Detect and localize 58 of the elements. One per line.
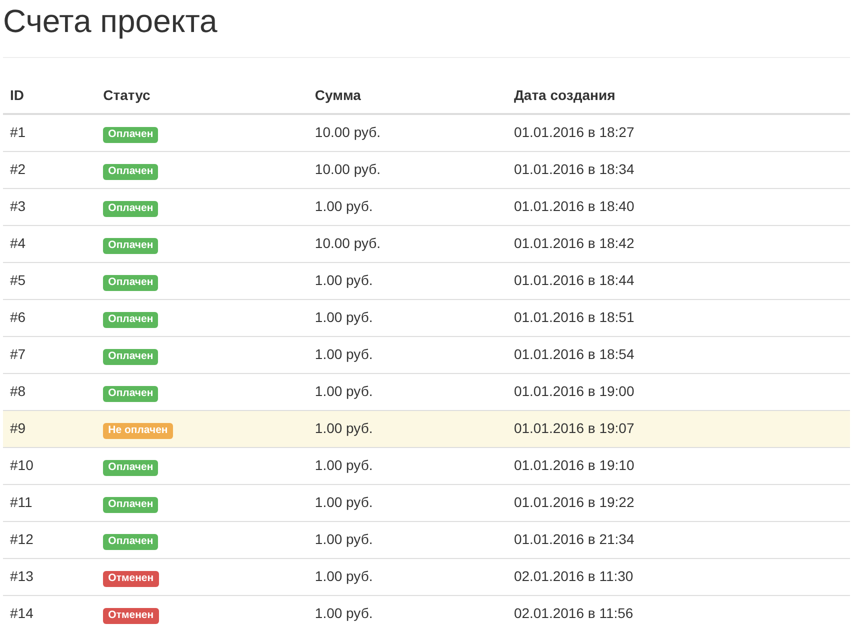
amount-cell: 1.00 руб.: [308, 262, 507, 299]
status-label: Оплачен: [103, 127, 158, 143]
status-label: Оплачен: [103, 460, 158, 476]
status-label: Не оплачен: [103, 423, 173, 438]
status-label: Отменен: [103, 571, 159, 586]
date-cell: 01.01.2016 в 19:07: [506, 410, 850, 447]
status-label: Оплачен: [103, 349, 158, 364]
amount-cell: 1.00 руб.: [308, 558, 507, 595]
id-cell: #4: [3, 225, 96, 262]
page-title: Счета проекта: [3, 2, 218, 41]
id-cell: #5: [3, 262, 96, 299]
id-cell: #1: [3, 114, 96, 151]
id-cell: #10: [3, 447, 96, 484]
status-label: Оплачен: [103, 238, 158, 254]
date-cell: 01.01.2016 в 18:51: [506, 299, 850, 336]
status-label: Оплачен: [103, 164, 158, 180]
status-label: Оплачен: [103, 534, 158, 550]
status-label: Оплачен: [103, 312, 158, 328]
amount-cell: 1.00 руб.: [308, 595, 507, 632]
date-cell: 02.01.2016 в 11:30: [506, 558, 850, 595]
id-cell: #14: [3, 595, 96, 632]
column-header: Дата создания: [506, 78, 850, 114]
amount-cell: 1.00 руб.: [308, 336, 507, 373]
date-cell: 02.01.2016 в 11:56: [506, 595, 850, 632]
id-cell: #6: [3, 299, 96, 336]
column-header: ID: [3, 78, 96, 114]
id-cell: #9: [3, 410, 96, 447]
amount-cell: 10.00 руб.: [308, 114, 507, 151]
status-label: Отменен: [103, 608, 159, 624]
id-cell: #7: [3, 336, 96, 373]
amount-cell: 1.00 руб.: [308, 521, 507, 558]
id-cell: #3: [3, 188, 96, 225]
status-label: Оплачен: [103, 201, 158, 216]
amount-cell: 1.00 руб.: [308, 410, 507, 447]
date-cell: 01.01.2016 в 18:44: [506, 262, 850, 299]
id-cell: #12: [3, 521, 96, 558]
amount-cell: 10.00 руб.: [308, 225, 507, 262]
date-cell: 01.01.2016 в 18:34: [506, 151, 850, 188]
column-header: Сумма: [308, 78, 507, 114]
status-label: Оплачен: [103, 386, 158, 402]
id-cell: #11: [3, 484, 96, 521]
amount-cell: 1.00 руб.: [308, 447, 507, 484]
date-cell: 01.01.2016 в 19:10: [506, 447, 850, 484]
status-label: Оплачен: [103, 497, 158, 512]
date-cell: 01.01.2016 в 21:34: [506, 521, 850, 558]
amount-cell: 1.00 руб.: [308, 299, 507, 336]
date-cell: 01.01.2016 в 18:40: [506, 188, 850, 225]
date-cell: 01.01.2016 в 18:27: [506, 114, 850, 151]
date-cell: 01.01.2016 в 19:22: [506, 484, 850, 521]
id-cell: #2: [3, 151, 96, 188]
amount-cell: 10.00 руб.: [308, 151, 507, 188]
amount-cell: 1.00 руб.: [308, 188, 507, 225]
date-cell: 01.01.2016 в 18:42: [506, 225, 850, 262]
column-header: Статус: [96, 78, 308, 114]
amount-cell: 1.00 руб.: [308, 484, 507, 521]
date-cell: 01.01.2016 в 18:54: [506, 336, 850, 373]
status-label: Оплачен: [103, 275, 158, 290]
id-cell: #13: [3, 558, 96, 595]
